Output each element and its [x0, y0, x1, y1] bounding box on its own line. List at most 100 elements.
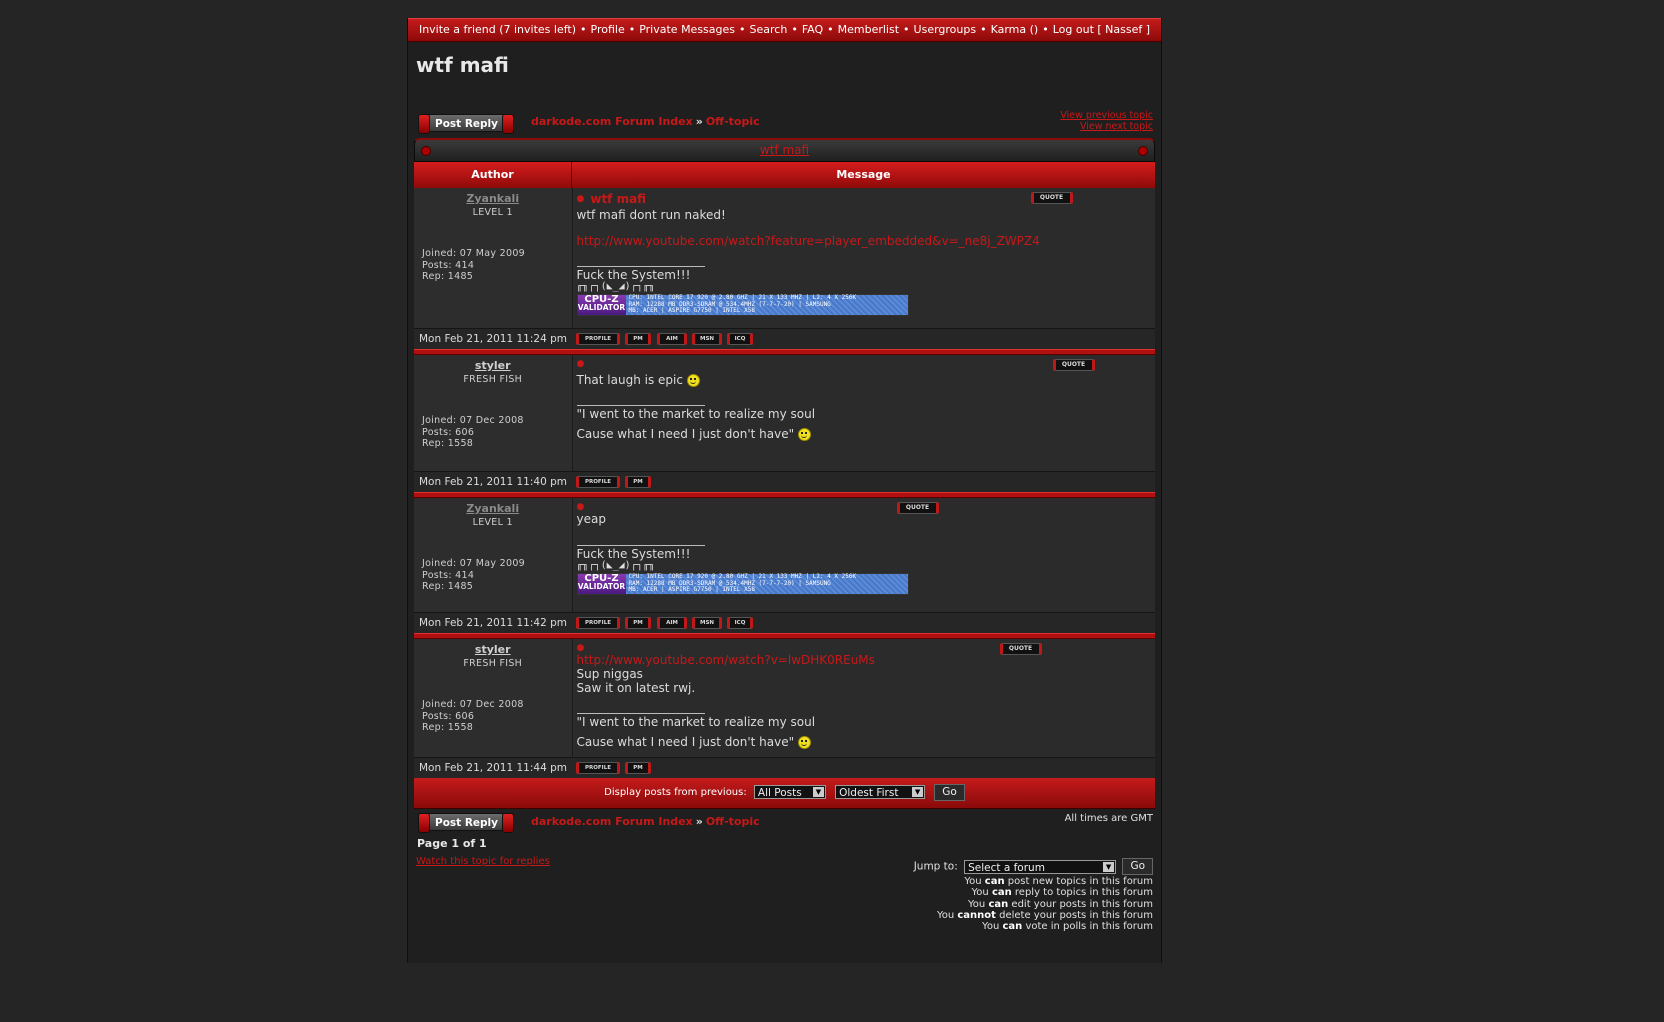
quote-button[interactable]: QUOTE	[896, 502, 939, 514]
post-body-line-2: Saw it on latest rwj.	[576, 681, 696, 695]
icq-button[interactable]: ICQ	[727, 333, 753, 345]
cpuz-specs: CPU: INTEL CORE I7 920 @ 2.80 GHZ | 21 X…	[625, 573, 908, 594]
post-icon: ●	[576, 502, 585, 512]
cpuz-specs: CPU: INTEL CORE I7 920 @ 2.80 GHZ | 21 X…	[625, 294, 908, 315]
forum-container: Invite a friend (7 invites left) • Profile…	[407, 18, 1162, 963]
author-name-link[interactable]: styler	[414, 359, 572, 372]
breadcrumb-forum-index-link[interactable]: darkode.com Forum Index	[531, 115, 693, 128]
header-dot-icon	[1138, 146, 1148, 156]
nav-search-link[interactable]: Search	[750, 23, 788, 36]
post-footer-row: Mon Feb 21, 2011 11:44 pm PROFILE PM	[414, 757, 1155, 778]
signature-text: Fuck the System!!!	[576, 268, 691, 282]
quote-button[interactable]: QUOTE	[1052, 359, 1095, 371]
icq-button[interactable]: ICQ	[727, 617, 753, 629]
post-body-link-wrap: http://www.youtube.com/watch?feature=pla…	[577, 234, 1156, 248]
author-post-count: Posts: 606	[422, 710, 475, 722]
nav-logout-link[interactable]: Log out [ Nassef ]	[1053, 23, 1150, 36]
profile-button[interactable]: PROFILE	[576, 476, 620, 488]
post-icon: ●	[576, 194, 585, 204]
author-post-count: Posts: 414	[422, 569, 475, 581]
pm-button[interactable]: PM	[625, 617, 651, 629]
post-message-cell: QUOTE ● That laugh is epic "I went to th…	[572, 354, 1156, 472]
profile-button[interactable]: PROFILE	[576, 333, 620, 345]
quote-button[interactable]: QUOTE	[1030, 192, 1073, 204]
post-body-line-1: Sup niggas	[576, 667, 643, 681]
breadcrumb-forum-index-link[interactable]: darkode.com Forum Index	[531, 815, 693, 828]
post-footer-row: Mon Feb 21, 2011 11:42 pm PROFILE PM AIM…	[414, 612, 1155, 634]
author-rep: Rep: 1485	[422, 581, 474, 592]
signature-line-1: "I went to the market to realize my soul	[576, 715, 816, 729]
topic-navigation: View previous topic View next topic	[1060, 110, 1153, 132]
signature-line-2: Cause what I need I just don't have"	[576, 735, 795, 749]
post-action-buttons: PROFILE PM AIM MSN ICQ	[572, 612, 1155, 634]
cpuz-validator-banner[interactable]: CPU-Z VALIDATOR CPU: INTEL CORE I7 920 @ …	[576, 294, 909, 316]
breadcrumb: darkode.com Forum Index» Off-topic	[531, 115, 760, 128]
nav-memberlist-link[interactable]: Memberlist	[838, 23, 899, 36]
author-rep: Rep: 1558	[422, 722, 474, 733]
post-reply-button-bottom[interactable]: Post Reply	[418, 813, 514, 833]
author-name-link[interactable]: Zyankali	[414, 502, 572, 515]
profile-button[interactable]: PROFILE	[576, 617, 620, 629]
post-date: Mon Feb 21, 2011 11:42 pm	[414, 612, 572, 634]
chevron-down-icon: ▼	[812, 787, 824, 797]
page-indicator: Page 1 of 1	[417, 837, 487, 850]
nav-private-messages-link[interactable]: Private Messages	[639, 23, 735, 36]
jump-go-button[interactable]: Go	[1122, 858, 1153, 875]
nav-karma-link[interactable]: Karma ()	[991, 23, 1039, 36]
post-author-cell: styler FRESH FISH Joined: 07 Dec 2008 Po…	[414, 354, 573, 472]
msn-button[interactable]: MSN	[692, 333, 722, 345]
author-post-count: Posts: 606	[422, 426, 475, 438]
cpuz-validator-banner[interactable]: CPU-Z VALIDATOR CPU: INTEL CORE I7 920 @ …	[576, 573, 909, 595]
pm-button[interactable]: PM	[625, 333, 651, 345]
signature-ascii-art: ╓╖┌┐(◣_◢)┌┐╓╖	[576, 560, 655, 571]
view-next-topic-link[interactable]: View next topic	[1080, 121, 1153, 132]
pm-button[interactable]: PM	[625, 762, 651, 774]
posts-period-select[interactable]: All Posts ▼	[753, 785, 826, 799]
post-body-text: wtf mafi dont run naked!	[576, 208, 726, 222]
author-name-link[interactable]: Zyankali	[414, 192, 572, 205]
view-previous-topic-link[interactable]: View previous topic	[1060, 110, 1153, 121]
author-joined: Joined: 07 May 2009	[422, 248, 526, 259]
sort-order-select[interactable]: Oldest First ▼	[835, 785, 926, 799]
signature-divider	[576, 405, 705, 406]
signature-line-2: Cause what I need I just don't have"	[576, 427, 795, 441]
nav-invite-link[interactable]: Invite a friend (7 invites left)	[419, 23, 576, 36]
youtube-link[interactable]: http://www.youtube.com/watch?v=lwDHK0REu…	[577, 653, 875, 667]
pm-button[interactable]: PM	[625, 476, 651, 488]
signature-line-2-wrap: Cause what I need I just don't have"	[577, 427, 1156, 441]
breadcrumb-off-topic-link[interactable]: Off-topic	[706, 815, 760, 828]
timezone-note: All times are GMT	[1064, 813, 1153, 824]
quote-button[interactable]: QUOTE	[999, 643, 1042, 655]
profile-button[interactable]: PROFILE	[576, 762, 620, 774]
post-reply-button[interactable]: Post Reply	[418, 114, 514, 134]
msn-button[interactable]: MSN	[692, 617, 722, 629]
aim-button[interactable]: AIM	[657, 333, 687, 345]
signature-ascii-art: ╓╖┌┐(◣_◢)┌┐╓╖	[576, 281, 655, 292]
display-go-button[interactable]: Go	[934, 783, 965, 801]
youtube-link[interactable]: http://www.youtube.com/watch?feature=pla…	[577, 234, 1040, 248]
cpuz-logo: CPU-Z VALIDATOR	[577, 574, 626, 594]
breadcrumb-off-topic-link[interactable]: Off-topic	[706, 115, 760, 128]
post-author-cell: Zyankali LEVEL 1 Joined: 07 May 2009 Pos…	[414, 497, 573, 613]
author-joined: Joined: 07 May 2009	[422, 558, 526, 569]
jump-forum-select[interactable]: Select a forum ▼	[964, 859, 1117, 874]
post-author-cell: styler FRESH FISH Joined: 07 Dec 2008 Po…	[414, 638, 573, 758]
signature-divider	[576, 545, 705, 546]
author-name-link[interactable]: styler	[414, 643, 572, 656]
watch-topic-link[interactable]: Watch this topic for replies	[416, 856, 550, 867]
nav-usergroups-link[interactable]: Usergroups	[914, 23, 977, 36]
top-nav-bar: Invite a friend (7 invites left) • Profile…	[408, 18, 1161, 42]
breadcrumb-arrow: »	[695, 815, 703, 828]
nav-faq-link[interactable]: FAQ	[802, 23, 823, 36]
post-body-link-wrap: http://www.youtube.com/watch?v=lwDHK0REu…	[577, 653, 1156, 667]
breadcrumb-bottom: darkode.com Forum Index» Off-topic	[531, 815, 760, 828]
topic-title-link[interactable]: wtf mafi	[760, 143, 809, 157]
nav-profile-link[interactable]: Profile	[591, 23, 625, 36]
post-action-buttons: PROFILE PM AIM MSN ICQ	[572, 328, 1155, 350]
forum-permissions: You can post new topics in this forum Yo…	[937, 876, 1153, 932]
aim-button[interactable]: AIM	[657, 617, 687, 629]
author-stats: Joined: 07 Dec 2008 Posts: 606 Rep: 1558	[422, 699, 524, 734]
post-subject: ●	[577, 502, 1156, 512]
post-message-cell: QUOTE ● http://www.youtube.com/watch?v=l…	[572, 638, 1156, 758]
topic-header: wtf mafi	[414, 138, 1155, 162]
